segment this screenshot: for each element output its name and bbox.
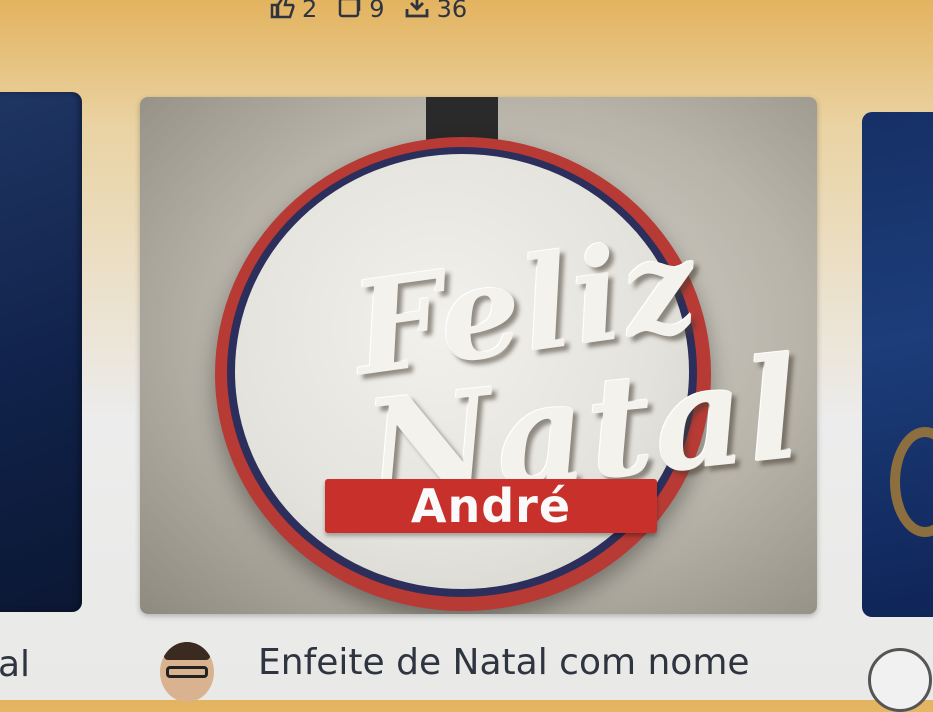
next-author-avatar[interactable] — [868, 648, 932, 712]
collections-count: 9 — [369, 0, 385, 23]
author-avatar[interactable] — [160, 642, 214, 702]
model-stats: 2 9 36 — [268, 0, 467, 24]
model-thumbnail[interactable]: Feliz Natal André — [140, 97, 817, 614]
collection-icon — [335, 0, 363, 25]
ornament-face: Feliz Natal André — [235, 154, 810, 589]
download-icon — [403, 0, 431, 25]
downloads-stat[interactable]: 36 — [403, 0, 468, 25]
next-model-card[interactable] — [862, 112, 933, 617]
previous-model-title[interactable]: al — [0, 644, 30, 685]
downloads-count: 36 — [436, 0, 468, 23]
name-banner: André — [325, 479, 657, 533]
likes-count: 2 — [302, 0, 318, 23]
likes-stat[interactable]: 2 — [268, 0, 317, 25]
model-title[interactable]: Enfeite de Natal com nome — [258, 642, 750, 683]
collections-stat[interactable]: 9 — [335, 0, 385, 25]
like-icon — [268, 0, 296, 25]
ornament: Feliz Natal André — [215, 137, 810, 611]
ornament-name: André — [410, 479, 572, 533]
previous-model-card[interactable] — [0, 92, 82, 612]
ring-object — [890, 427, 933, 537]
